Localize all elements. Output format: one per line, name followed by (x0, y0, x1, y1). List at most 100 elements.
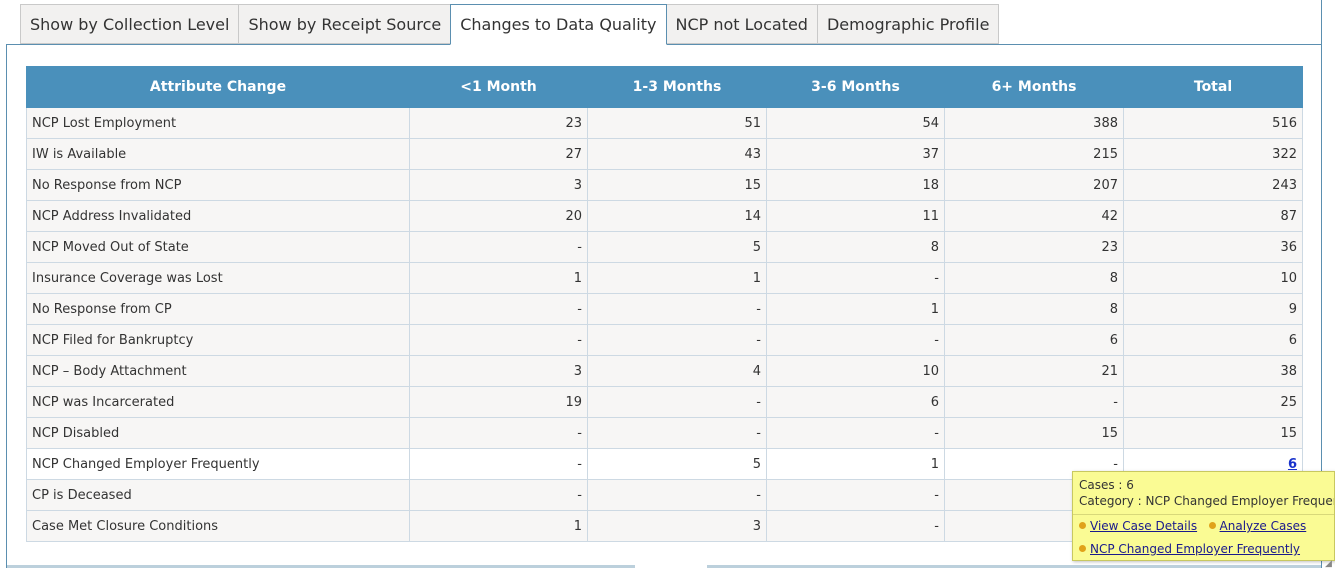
row-label-cell: NCP Lost Employment (26, 107, 410, 139)
value-cell[interactable]: 10 (766, 355, 945, 387)
value-cell: - (766, 479, 945, 511)
value-cell[interactable]: 243 (1123, 169, 1303, 201)
value-cell: - (587, 417, 767, 449)
value-cell[interactable]: 54 (766, 107, 945, 139)
value-cell[interactable]: 10 (1123, 262, 1303, 294)
value-cell[interactable]: 23 (944, 231, 1124, 263)
value-cell[interactable]: 5 (587, 231, 767, 263)
value-cell[interactable]: 27 (409, 138, 588, 170)
column-header[interactable]: 1-3 Months (587, 66, 767, 108)
value-cell: - (766, 510, 945, 542)
table-row: Insurance Coverage was Lost 1 1-8 10 (26, 262, 1303, 294)
value-cell[interactable]: 36 (1123, 231, 1303, 263)
tooltip-divider (1073, 514, 1334, 515)
value-cell: - (409, 324, 588, 356)
table-row: NCP Disabled - - -15 15 (26, 417, 1303, 449)
value-cell[interactable]: 14 (587, 200, 767, 232)
tooltip-category: Category : NCP Changed Employer Frequent… (1079, 494, 1335, 508)
table-row: NCP Lost Employment 23 51 54 388 516 (26, 107, 1303, 139)
value-cell[interactable]: 87 (1123, 200, 1303, 232)
row-label-cell: Insurance Coverage was Lost (26, 262, 410, 294)
value-cell[interactable]: 5 (587, 448, 767, 480)
value-cell[interactable]: 37 (766, 138, 945, 170)
row-label-cell: Case Met Closure Conditions (26, 510, 410, 542)
column-header[interactable]: Total (1123, 66, 1303, 108)
value-cell[interactable]: 1 (409, 262, 588, 294)
category-link[interactable]: NCP Changed Employer Frequently (1090, 542, 1300, 556)
tab-1[interactable]: Show by Receipt Source (238, 4, 451, 44)
value-cell[interactable]: 23 (409, 107, 588, 139)
value-cell[interactable]: 15 (944, 417, 1124, 449)
table-row: IW is Available 27 43 37 215 322 (26, 138, 1303, 170)
row-label-cell: IW is Available (26, 138, 410, 170)
tab-4[interactable]: Demographic Profile (816, 4, 1000, 44)
value-cell: - (409, 231, 588, 263)
table-row: NCP Moved Out of State -5 8 23 36 (26, 231, 1303, 263)
value-cell[interactable]: 1 (766, 293, 945, 325)
row-label-cell: CP is Deceased (26, 479, 410, 511)
table-row: No Response from NCP 3 15 18 207 243 (26, 169, 1303, 201)
table-row: NCP – Body Attachment 3 4 10 21 38 (26, 355, 1303, 387)
row-label-cell: NCP Address Invalidated (26, 200, 410, 232)
value-cell[interactable]: 1 (409, 510, 588, 542)
table-row: NCP Address Invalidated 20 14 11 42 87 (26, 200, 1303, 232)
resize-grip-icon[interactable]: ◢ (1322, 560, 1335, 568)
value-cell[interactable]: 51 (587, 107, 767, 139)
panel-left-border (6, 44, 7, 568)
value-cell[interactable]: 322 (1123, 138, 1303, 170)
value-cell[interactable]: 6 (1123, 324, 1303, 356)
tab-0[interactable]: Show by Collection Level (20, 4, 239, 44)
value-cell[interactable]: 1 (766, 448, 945, 480)
value-cell[interactable]: 215 (944, 138, 1124, 170)
value-cell[interactable]: 8 (944, 262, 1124, 294)
value-cell[interactable]: 43 (587, 138, 767, 170)
tooltip-cases: Cases : 6 (1079, 478, 1134, 492)
view-case-details-link[interactable]: View Case Details (1090, 519, 1197, 533)
value-cell[interactable]: 388 (944, 107, 1124, 139)
value-cell[interactable]: 21 (944, 355, 1124, 387)
column-header[interactable]: Attribute Change (26, 66, 410, 108)
row-label-cell: NCP Disabled (26, 417, 410, 449)
tab-2[interactable]: Changes to Data Quality (450, 4, 667, 45)
value-cell[interactable]: 8 (766, 231, 945, 263)
value-cell[interactable]: 516 (1123, 107, 1303, 139)
value-cell[interactable]: 3 (587, 510, 767, 542)
value-cell: - (766, 262, 945, 294)
value-cell: - (587, 293, 767, 325)
table-row: NCP was Incarcerated 19-6-25 (26, 386, 1303, 418)
value-cell[interactable]: 8 (944, 293, 1124, 325)
value-cell[interactable]: 25 (1123, 386, 1303, 418)
report-frame: Show by Collection Level Show by Receipt … (0, 0, 1335, 568)
column-header[interactable]: 6+ Months (944, 66, 1124, 108)
value-cell[interactable]: 15 (1123, 417, 1303, 449)
tooltip-actions: View Case Details Analyze Cases (1079, 519, 1306, 533)
value-cell[interactable]: 3 (409, 169, 588, 201)
bullet-icon (1079, 522, 1086, 529)
value-cell[interactable]: 18 (766, 169, 945, 201)
value-cell[interactable]: 42 (944, 200, 1124, 232)
row-label-cell: NCP Filed for Bankruptcy (26, 324, 410, 356)
value-cell[interactable]: 207 (944, 169, 1124, 201)
row-label-cell: No Response from NCP (26, 169, 410, 201)
value-cell[interactable]: 20 (409, 200, 588, 232)
analyze-cases-link[interactable]: Analyze Cases (1220, 519, 1307, 533)
column-header[interactable]: <1 Month (409, 66, 588, 108)
value-cell[interactable]: 3 (409, 355, 588, 387)
value-cell[interactable]: 9 (1123, 293, 1303, 325)
bullet-icon (1208, 522, 1216, 529)
value-cell[interactable]: 6 (944, 324, 1124, 356)
value-cell: - (409, 448, 588, 480)
value-cell[interactable]: 6 (766, 386, 945, 418)
value-cell[interactable]: 38 (1123, 355, 1303, 387)
column-header[interactable]: 3-6 Months (766, 66, 945, 108)
value-cell: - (944, 386, 1124, 418)
table-row: No Response from CP - -1 8 9 (26, 293, 1303, 325)
tab-3[interactable]: NCP not Located (666, 4, 817, 44)
value-cell[interactable]: 1 (587, 262, 767, 294)
value-cell: - (766, 417, 945, 449)
value-cell[interactable]: 11 (766, 200, 945, 232)
value-cell[interactable]: 15 (587, 169, 767, 201)
value-cell[interactable]: 19 (409, 386, 588, 418)
tooltip-category-row: NCP Changed Employer Frequently (1079, 542, 1300, 556)
value-cell[interactable]: 4 (587, 355, 767, 387)
